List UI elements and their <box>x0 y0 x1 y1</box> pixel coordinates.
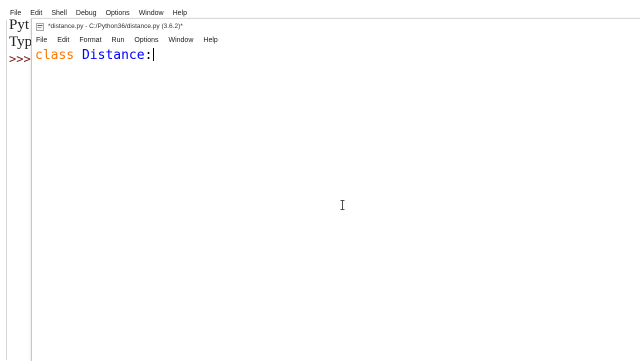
code-line-1: class Distance: <box>35 48 155 64</box>
shell-line-1: Pyt <box>9 17 30 33</box>
code-colon: : <box>144 48 153 63</box>
shell-output[interactable]: Pyt Typ >>> <box>9 17 32 68</box>
editor-menu-help[interactable]: Help <box>203 37 217 44</box>
shell-menu-shell[interactable]: Shell <box>51 10 67 17</box>
shell-prompt: >>> <box>9 52 31 66</box>
shell-menu-options[interactable]: Options <box>106 10 130 17</box>
python-idle-icon <box>36 22 44 31</box>
shell-border <box>6 20 7 360</box>
editor-title: *distance.py - C:/Python36/distance.py (… <box>48 23 183 30</box>
code-editor[interactable]: class Distance: <box>32 47 640 361</box>
code-class-name: Distance <box>81 48 145 63</box>
editor-menubar: File Edit Format Run Options Window Help <box>32 34 640 47</box>
shell-menu-debug[interactable]: Debug <box>76 10 97 17</box>
editor-titlebar[interactable]: *distance.py - C:/Python36/distance.py (… <box>32 19 640 34</box>
editor-menu-run[interactable]: Run <box>112 37 125 44</box>
editor-menu-file[interactable]: File <box>36 37 47 44</box>
editor-menu-window[interactable]: Window <box>168 37 193 44</box>
shell-menu-window[interactable]: Window <box>139 10 164 17</box>
code-keyword: class <box>35 48 75 63</box>
editor-menu-options[interactable]: Options <box>134 37 158 44</box>
text-caret <box>153 48 155 61</box>
editor-menu-format[interactable]: Format <box>79 37 101 44</box>
text-ibeam-cursor <box>340 200 345 210</box>
shell-titlebar <box>0 0 640 7</box>
editor-menu-edit[interactable]: Edit <box>57 37 69 44</box>
shell-menu-edit[interactable]: Edit <box>30 10 42 17</box>
shell-menu-file[interactable]: File <box>10 10 21 17</box>
shell-line-2: Typ <box>9 34 33 50</box>
editor-window[interactable]: *distance.py - C:/Python36/distance.py (… <box>31 18 640 361</box>
shell-menu-help[interactable]: Help <box>173 10 187 17</box>
